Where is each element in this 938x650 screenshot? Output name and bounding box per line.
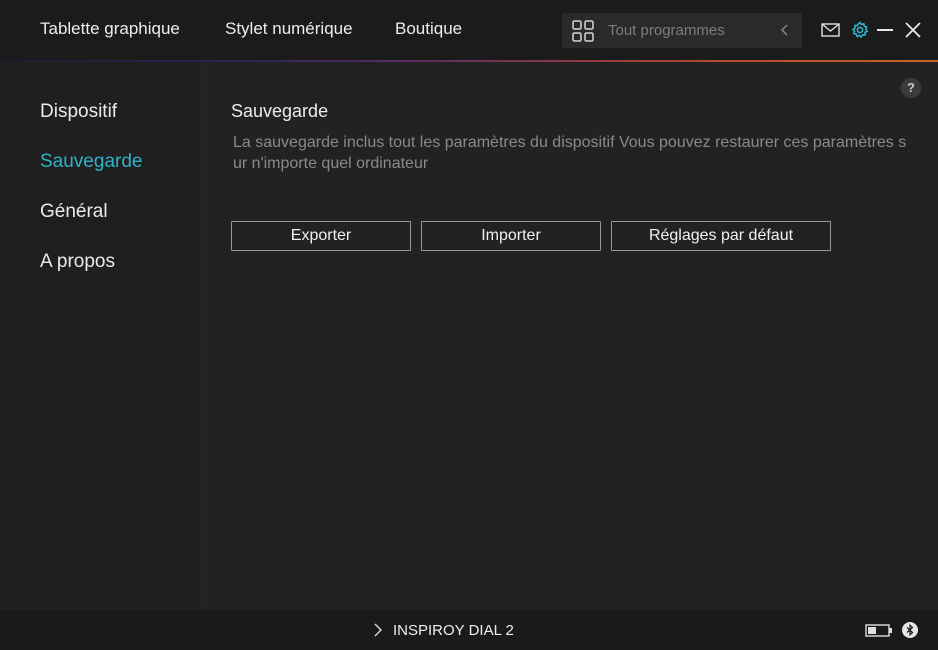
device-name[interactable]: INSPIROY DIAL 2 bbox=[393, 622, 514, 639]
page-title: Sauvegarde bbox=[231, 101, 329, 121]
export-button[interactable]: Exporter bbox=[231, 221, 411, 251]
minimize-icon[interactable] bbox=[876, 21, 894, 39]
mail-icon[interactable] bbox=[821, 22, 840, 38]
section-description: La sauvegarde inclus tout les paramètres… bbox=[233, 134, 907, 172]
top-bar: Tablette graphique Stylet numérique Bout… bbox=[0, 0, 938, 60]
battery-icon bbox=[865, 624, 892, 637]
sidebar: Dispositif Sauvegarde Général A propos bbox=[0, 62, 201, 610]
tab-stylet-numerique[interactable]: Stylet numérique bbox=[225, 19, 353, 39]
status-bar: INSPIROY DIAL 2 bbox=[0, 610, 938, 650]
grid-icon[interactable] bbox=[572, 20, 594, 42]
chevron-right-icon[interactable] bbox=[372, 623, 384, 637]
bluetooth-icon bbox=[902, 622, 918, 638]
gear-icon[interactable] bbox=[851, 21, 869, 39]
close-icon[interactable] bbox=[904, 21, 922, 39]
restore-defaults-button[interactable]: Réglages par défaut bbox=[611, 221, 831, 251]
help-icon[interactable]: ? bbox=[901, 78, 921, 98]
chevron-left-icon[interactable] bbox=[778, 23, 792, 37]
sidebar-item-a-propos[interactable]: A propos bbox=[40, 251, 115, 273]
tab-tablette-graphique[interactable]: Tablette graphique bbox=[40, 19, 180, 39]
tab-boutique[interactable]: Boutique bbox=[395, 19, 462, 39]
sidebar-item-general[interactable]: Général bbox=[40, 201, 108, 223]
sidebar-item-sauvegarde[interactable]: Sauvegarde bbox=[40, 151, 142, 173]
program-selector[interactable]: Tout programmes bbox=[562, 13, 802, 48]
program-selector-placeholder: Tout programmes bbox=[608, 22, 725, 39]
sidebar-item-dispositif[interactable]: Dispositif bbox=[40, 101, 117, 123]
import-button[interactable]: Importer bbox=[421, 221, 601, 251]
